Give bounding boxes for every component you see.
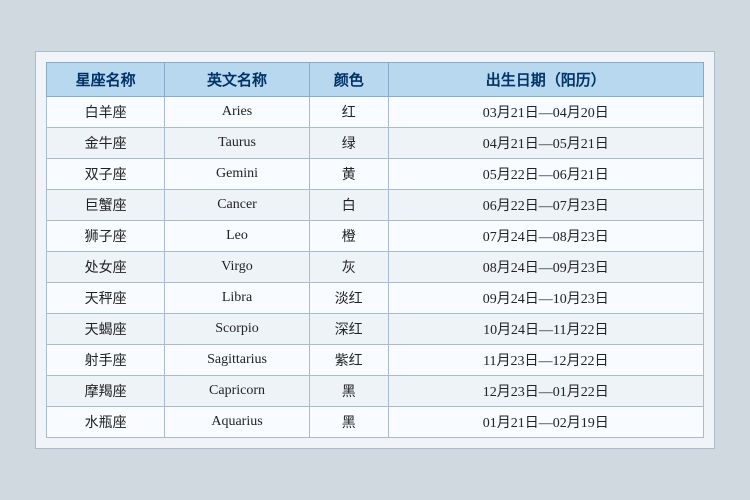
cell-color: 橙 [309,221,388,252]
table-row: 射手座Sagittarius紫红11月23日—12月22日 [47,345,704,376]
cell-date: 06月22日—07月23日 [388,190,703,221]
table-row: 狮子座Leo橙07月24日—08月23日 [47,221,704,252]
table-row: 天蝎座Scorpio深红10月24日—11月22日 [47,314,704,345]
table-row: 摩羯座Capricorn黑12月23日—01月22日 [47,376,704,407]
cell-en-name: Scorpio [165,314,310,345]
table-header-row: 星座名称 英文名称 颜色 出生日期（阳历） [47,63,704,97]
table-row: 白羊座Aries红03月21日—04月20日 [47,97,704,128]
header-zh-name: 星座名称 [47,63,165,97]
zodiac-table-container: 星座名称 英文名称 颜色 出生日期（阳历） 白羊座Aries红03月21日—04… [35,51,715,449]
cell-zh-name: 白羊座 [47,97,165,128]
cell-color: 红 [309,97,388,128]
cell-en-name: Taurus [165,128,310,159]
cell-date: 09月24日—10月23日 [388,283,703,314]
cell-zh-name: 狮子座 [47,221,165,252]
table-row: 处女座Virgo灰08月24日—09月23日 [47,252,704,283]
cell-zh-name: 射手座 [47,345,165,376]
cell-date: 10月24日—11月22日 [388,314,703,345]
cell-color: 淡红 [309,283,388,314]
cell-en-name: Libra [165,283,310,314]
cell-color: 灰 [309,252,388,283]
cell-en-name: Aries [165,97,310,128]
cell-en-name: Capricorn [165,376,310,407]
cell-zh-name: 巨蟹座 [47,190,165,221]
cell-date: 12月23日—01月22日 [388,376,703,407]
cell-date: 11月23日—12月22日 [388,345,703,376]
cell-color: 黄 [309,159,388,190]
cell-color: 绿 [309,128,388,159]
table-row: 双子座Gemini黄05月22日—06月21日 [47,159,704,190]
cell-color: 黑 [309,407,388,438]
table-row: 巨蟹座Cancer白06月22日—07月23日 [47,190,704,221]
cell-color: 黑 [309,376,388,407]
cell-en-name: Leo [165,221,310,252]
header-color: 颜色 [309,63,388,97]
cell-color: 深红 [309,314,388,345]
cell-date: 05月22日—06月21日 [388,159,703,190]
cell-zh-name: 处女座 [47,252,165,283]
table-row: 金牛座Taurus绿04月21日—05月21日 [47,128,704,159]
cell-en-name: Gemini [165,159,310,190]
cell-zh-name: 天秤座 [47,283,165,314]
cell-color: 紫红 [309,345,388,376]
cell-zh-name: 摩羯座 [47,376,165,407]
header-date: 出生日期（阳历） [388,63,703,97]
cell-date: 03月21日—04月20日 [388,97,703,128]
cell-date: 01月21日—02月19日 [388,407,703,438]
cell-en-name: Aquarius [165,407,310,438]
table-row: 天秤座Libra淡红09月24日—10月23日 [47,283,704,314]
cell-zh-name: 水瓶座 [47,407,165,438]
header-en-name: 英文名称 [165,63,310,97]
cell-date: 08月24日—09月23日 [388,252,703,283]
cell-color: 白 [309,190,388,221]
cell-en-name: Sagittarius [165,345,310,376]
zodiac-table: 星座名称 英文名称 颜色 出生日期（阳历） 白羊座Aries红03月21日—04… [46,62,704,438]
cell-date: 04月21日—05月21日 [388,128,703,159]
cell-zh-name: 天蝎座 [47,314,165,345]
cell-en-name: Virgo [165,252,310,283]
cell-zh-name: 金牛座 [47,128,165,159]
cell-date: 07月24日—08月23日 [388,221,703,252]
cell-en-name: Cancer [165,190,310,221]
cell-zh-name: 双子座 [47,159,165,190]
table-row: 水瓶座Aquarius黑01月21日—02月19日 [47,407,704,438]
